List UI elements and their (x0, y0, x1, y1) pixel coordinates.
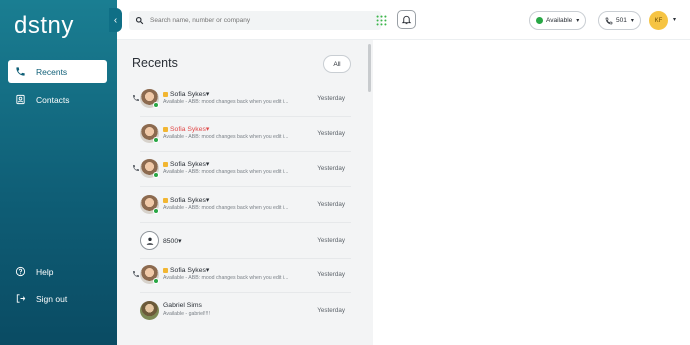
contact-status: Available - ABB: mood changes back when … (163, 134, 289, 140)
phone-icon (605, 17, 613, 24)
contact-name: 8500 (163, 238, 179, 245)
nav-item-help[interactable]: Help (8, 260, 107, 283)
nav-item-contacts[interactable]: Contacts (8, 88, 107, 111)
top-bar: Available ▾ 501 ▾ KF ▾ (117, 0, 690, 40)
contact-name-line: Sofia Sykes ▾ (163, 90, 209, 98)
contact-status: Available - ABB: mood changes back when … (163, 275, 289, 281)
status-dot (153, 278, 159, 284)
call-time: Yesterday (317, 307, 345, 314)
recents-panel: Recents All Sofia Sykes ▾ Available - ABB… (117, 40, 373, 345)
chevron-down-icon: ▾ (576, 18, 580, 24)
contact-status: Available - ABB: mood changes back when … (163, 205, 289, 211)
divider (140, 186, 351, 187)
availability-label: Available (546, 17, 573, 24)
nav-item-label: Help (36, 266, 54, 277)
dialpad-button[interactable] (374, 13, 388, 27)
divider (140, 292, 351, 293)
incoming-call-icon (133, 271, 139, 277)
incoming-call-icon (133, 95, 139, 101)
contact-name: Sofia Sykes (170, 266, 206, 274)
contact-name: Sofia Sykes (170, 160, 206, 168)
help-icon (14, 266, 26, 278)
recent-call-row[interactable]: Sofia Sykes ▾ Available - ABB: mood chang… (132, 117, 351, 152)
contact-name-line: Sofia Sykes ▾ (163, 196, 209, 204)
chevron-down-icon: ▾ (630, 18, 634, 24)
favorite-icon (163, 126, 168, 132)
sign-out-icon (14, 293, 26, 305)
avatar (140, 301, 159, 320)
page-title: Recents (132, 56, 178, 70)
contacts-icon (14, 94, 26, 106)
notifications-button[interactable] (397, 10, 416, 29)
contact-status: Available - ABB: mood changes back when … (163, 99, 289, 105)
contact-status: Available - gabriel!!!! (163, 311, 210, 317)
call-time: Yesterday (317, 130, 345, 137)
nav-item-recents[interactable]: Recents (8, 60, 107, 83)
search-input[interactable] (150, 17, 370, 24)
recent-call-row[interactable]: Sofia Sykes ▾ Available - ABB: mood chang… (132, 82, 351, 117)
recent-call-row[interactable]: Sofia Sykes ▾ Available - ABB: mood chang… (132, 188, 351, 223)
chevron-down-icon[interactable]: ▾ (673, 16, 676, 23)
recent-call-row[interactable]: Gabriel Sims Available - gabriel!!!! Yes… (132, 294, 351, 329)
favorite-icon (163, 197, 168, 203)
status-dot (153, 137, 159, 143)
user-avatar[interactable]: KF (649, 11, 668, 30)
extension-dropdown[interactable]: 501 ▾ (598, 11, 641, 30)
nav-item-sign-out[interactable]: Sign out (8, 287, 107, 310)
bell-icon (401, 15, 412, 25)
status-dot (153, 102, 159, 108)
contact-name-line: Sofia Sykes ▾ (163, 125, 209, 133)
status-dot (536, 17, 543, 24)
divider (140, 222, 351, 223)
favorite-icon (163, 161, 168, 167)
nav-item-label: Recents (36, 66, 68, 77)
search-box[interactable] (129, 11, 381, 30)
nav-item-label: Contacts (36, 94, 70, 105)
filter-all-button[interactable]: All (323, 55, 351, 73)
recent-call-row[interactable]: Sofia Sykes ▾ Available - ABB: mood chang… (132, 152, 351, 187)
sidebar: dstny Recents Contacts Help Sign out (0, 0, 117, 345)
app-logo: dstny (14, 12, 74, 39)
contact-name-line: 8500▾ (163, 238, 182, 245)
call-time: Yesterday (317, 95, 345, 102)
dialpad-icon (376, 15, 386, 25)
contact-name: Gabriel Sims (163, 302, 202, 309)
search-icon (135, 12, 144, 30)
status-dot (153, 172, 159, 178)
contact-name: Sofia Sykes (170, 125, 206, 133)
favorite-icon (163, 91, 168, 97)
call-time: Yesterday (317, 237, 345, 244)
recent-call-row[interactable]: 8500▾ Yesterday (132, 224, 351, 259)
incoming-call-icon (133, 165, 139, 171)
contact-status: Available - ABB: mood changes back when … (163, 169, 289, 175)
scrollbar[interactable] (368, 44, 371, 92)
call-time: Yesterday (317, 165, 345, 172)
contact-name-line: Sofia Sykes ▾ (163, 266, 209, 274)
contact-name-line: Sofia Sykes ▾ (163, 160, 209, 168)
phone-icon (14, 66, 26, 78)
extension-label: 501 (616, 17, 627, 24)
contact-name: Sofia Sykes (170, 90, 206, 98)
contact-name-line: Gabriel Sims (163, 302, 202, 309)
call-time: Yesterday (317, 271, 345, 278)
call-time: Yesterday (317, 201, 345, 208)
contact-name: Sofia Sykes (170, 196, 206, 204)
favorite-icon (163, 267, 168, 273)
availability-dropdown[interactable]: Available ▾ (529, 11, 587, 30)
person-icon (140, 231, 159, 250)
status-dot (153, 208, 159, 214)
nav-item-label: Sign out (36, 293, 68, 304)
recent-call-row[interactable]: Sofia Sykes ▾ Available - ABB: mood chang… (132, 258, 351, 293)
